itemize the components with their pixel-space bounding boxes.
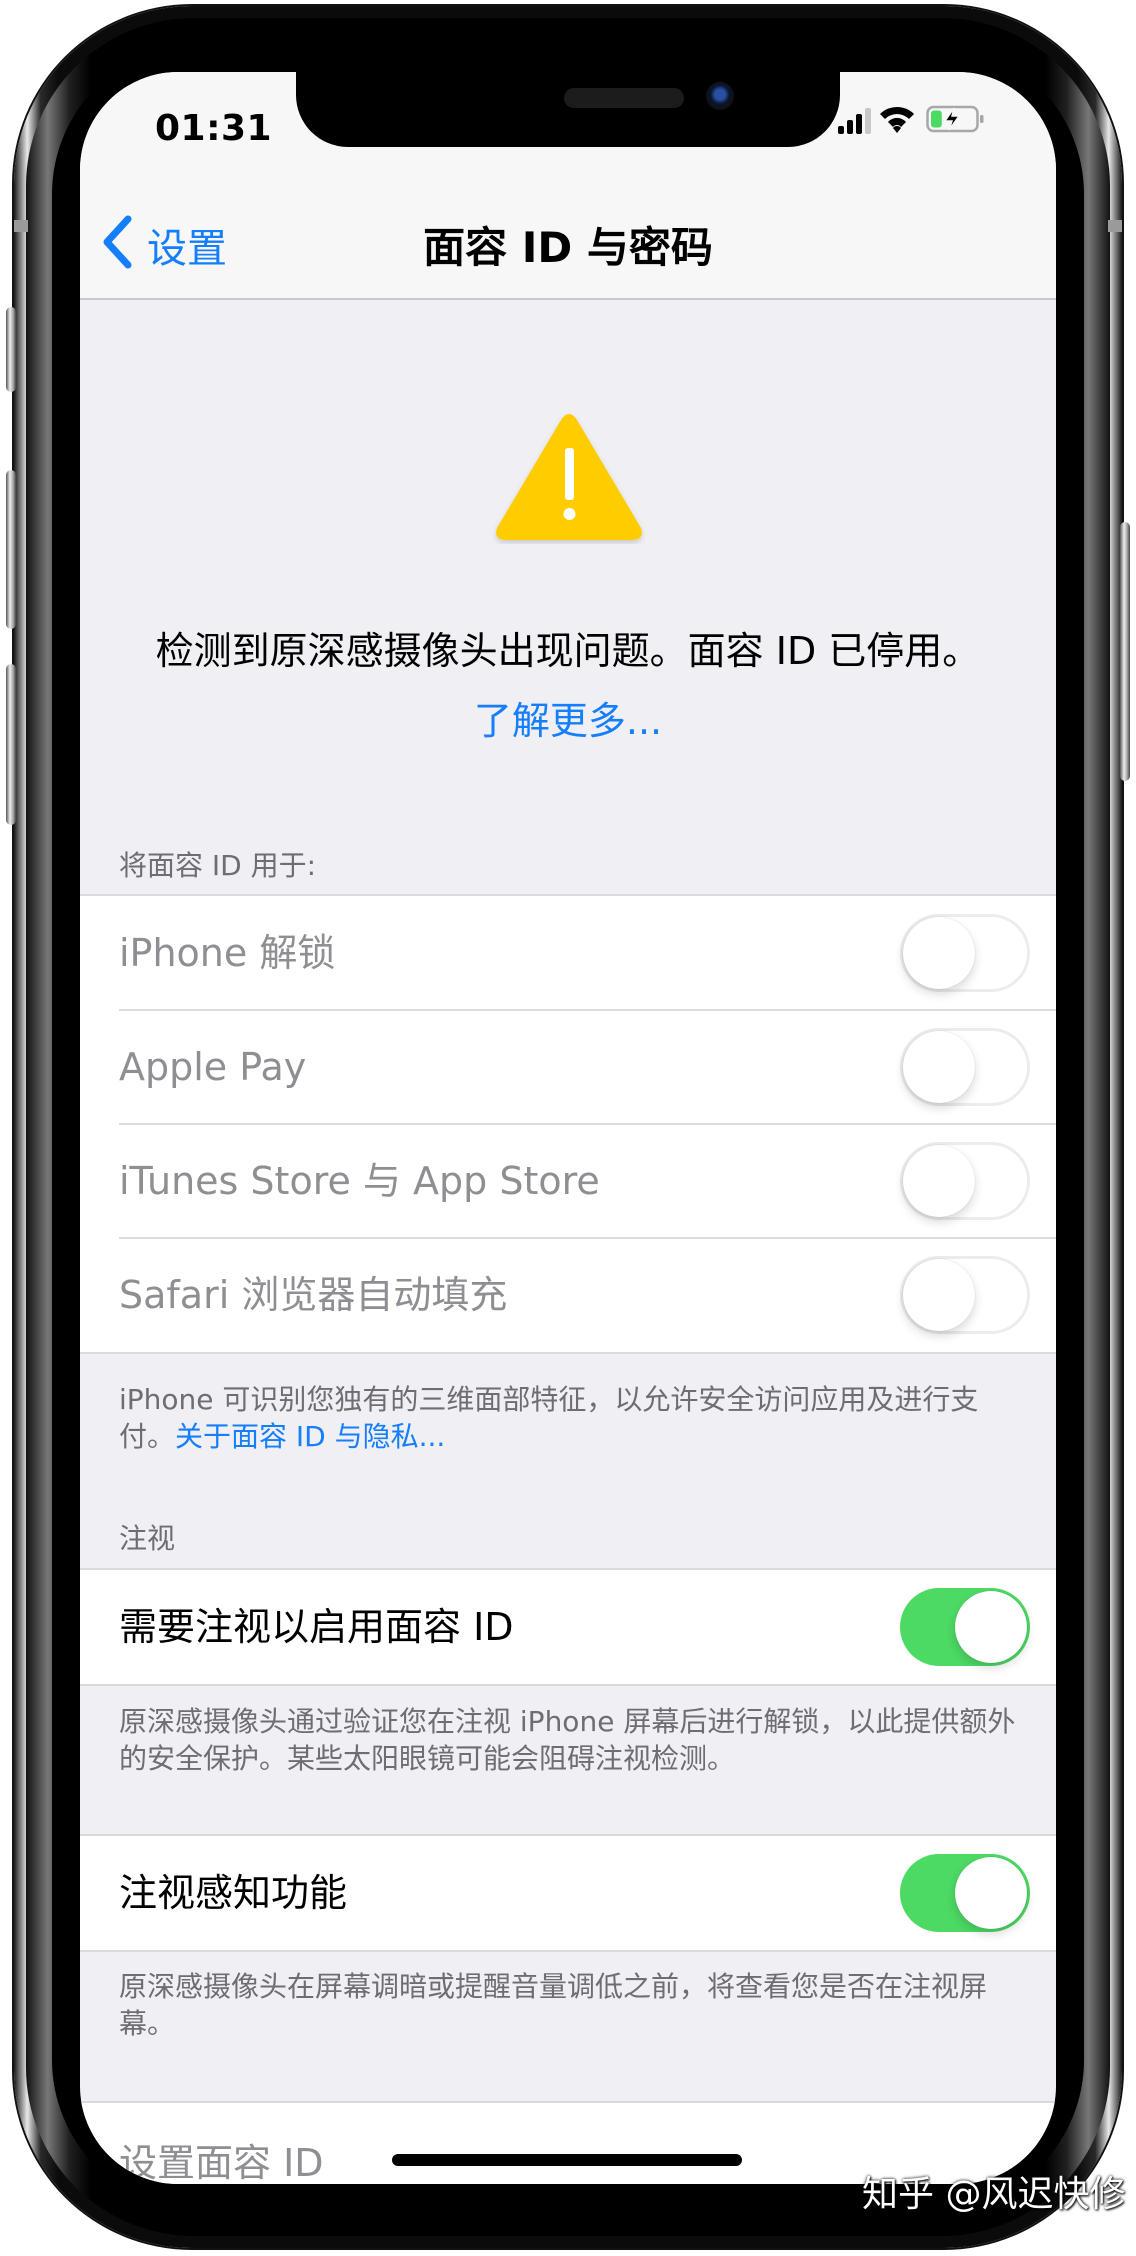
attention-aware-toggle[interactable] [900,1854,1030,1932]
front-camera [706,82,734,110]
warning-triangle-icon [493,412,645,544]
antenna-band [1108,220,1122,232]
section-header-attention: 注视 [119,1522,176,1555]
signal-bar [865,108,871,134]
page-title: 面容 ID 与密码 [423,223,713,272]
require-attention-footer: 原深感摄像头通过验证您在注视 iPhone 屏幕后进行解锁，以此提供额外的安全保… [119,1705,1016,1775]
volume-down-button [6,664,16,825]
row-label: Safari 浏览器自动填充 [119,1273,508,1317]
home-indicator[interactable] [392,2154,742,2166]
row-label: iPhone 解锁 [119,931,336,975]
toggle-row-apple-pay: Apple Pay [80,1010,1056,1125]
toggle-knob [903,1031,975,1103]
antenna-band [14,220,28,232]
notch [296,72,840,147]
wifi-icon [878,104,916,134]
row-label: 需要注视以启用面容 ID [119,1605,514,1649]
side-button [1120,522,1130,781]
mute-switch [6,307,16,392]
toggle-knob [903,1259,975,1331]
itunes-app-store-toggle[interactable] [900,1142,1030,1220]
toggle-knob [955,1857,1027,1929]
toggle-row-attention-aware: 注视感知功能 [80,1836,1056,1950]
volume-up-button [6,470,16,629]
face-id-privacy-link[interactable]: 关于面容 ID 与隐私... [175,1420,445,1453]
nav-separator [80,298,1056,300]
signal-bar [856,114,862,134]
cellular-signal-icon [836,106,876,134]
attention-aware-group: 注视感知功能 [80,1834,1056,1952]
row-label: Apple Pay [119,1045,307,1089]
toggle-row-itunes-app-store: iTunes Store 与 App Store [80,1124,1056,1239]
attention-aware-footer: 原深感摄像头在屏幕调暗或提醒音量调低之前，将查看您是否在注视屏幕。 [119,1970,988,2040]
learn-more-link[interactable]: 了解更多... [80,690,1056,745]
watermark: 知乎 @风迟快修 [862,2174,1126,2215]
iphone-unlock-toggle[interactable] [900,914,1030,992]
toggle-row-require-attention: 需要注视以启用面容 ID [80,1570,1056,1684]
apple-pay-toggle[interactable] [900,1028,1030,1106]
screen: 01:31 设置 面容 ID 与密码 检测到原深感摄像头出现问题。面容 ID 已… [80,72,1056,2184]
use-face-id-footer: iPhone 可识别您独有的三维面部特征，以允许安全访问应用及进行支付。关于面容… [119,1381,1019,1455]
safari-autofill-toggle[interactable] [900,1256,1030,1334]
toggle-row-safari-autofill: Safari 浏览器自动填充 [80,1238,1056,1353]
toggle-knob [903,917,975,989]
status-time: 01:31 [155,108,273,149]
use-face-id-group: iPhone 解锁 Apple Pay iTunes Store 与 App S… [80,894,1056,1354]
require-attention-group: 需要注视以启用面容 ID [80,1568,1056,1686]
row-label: 设置面容 ID [119,2141,324,2184]
toggle-knob [955,1591,1027,1663]
signal-bar [847,120,853,134]
signal-bar [838,126,844,134]
row-label: iTunes Store 与 App Store [119,1159,600,1203]
require-attention-toggle[interactable] [900,1588,1030,1666]
toggle-knob [903,1145,975,1217]
battery-charging-icon [926,105,986,133]
warning-message: 检测到原深感摄像头出现问题。面容 ID 已停用。 [155,629,981,673]
row-label: 注视感知功能 [119,1871,348,1915]
toggle-row-iphone-unlock: iPhone 解锁 [80,896,1056,1011]
speaker-grille [564,88,684,108]
section-header-use-face-id: 将面容 ID 用于: [119,849,317,882]
